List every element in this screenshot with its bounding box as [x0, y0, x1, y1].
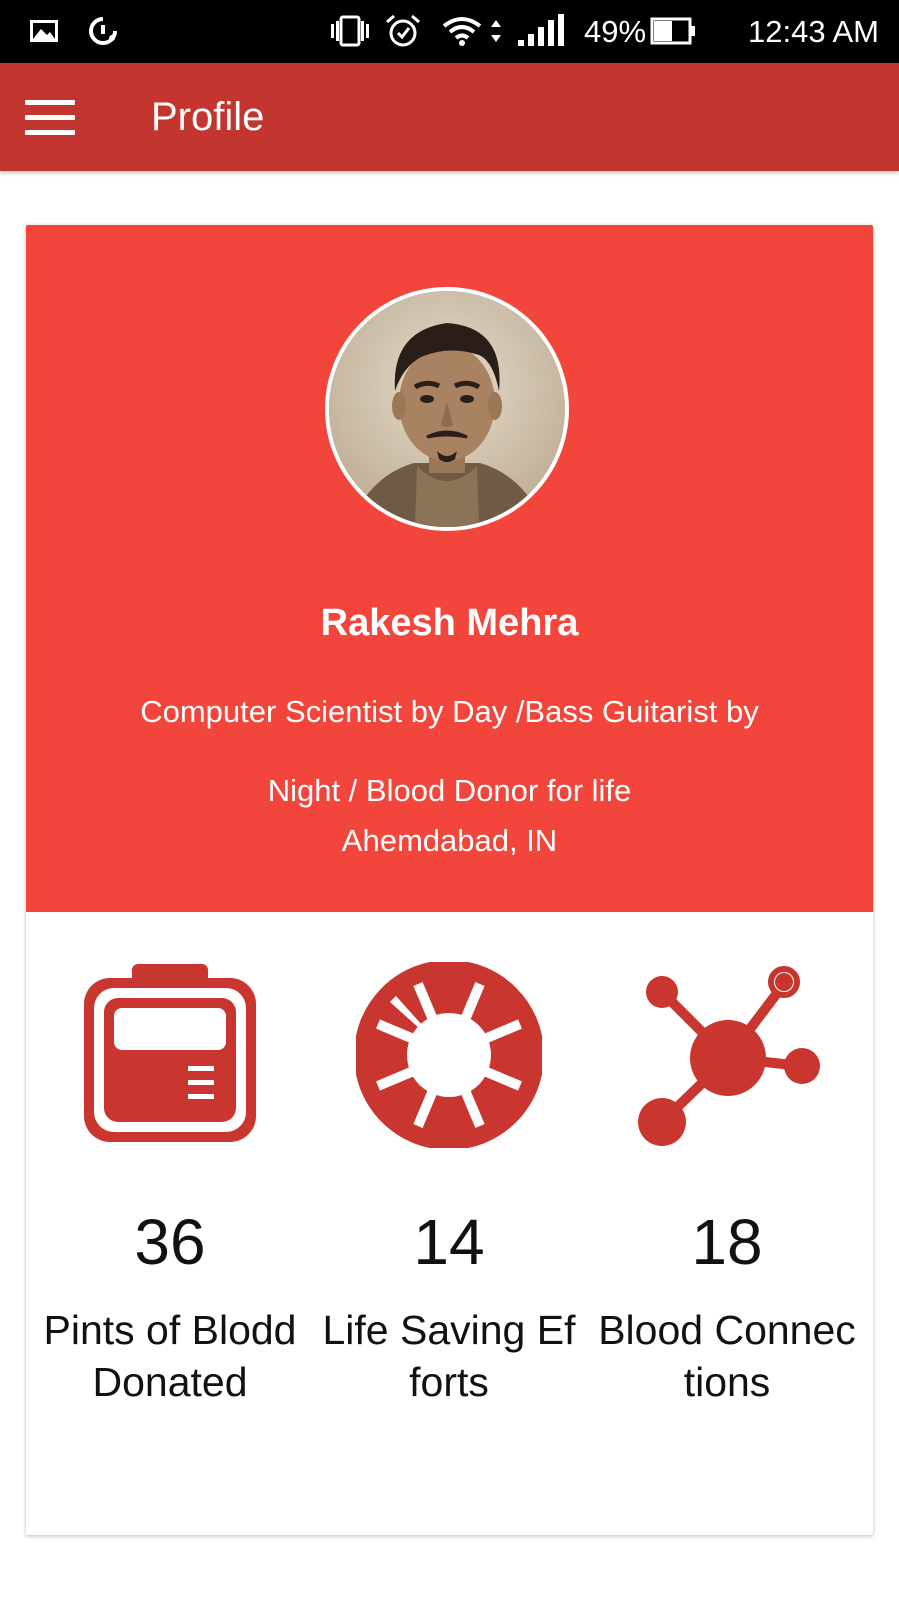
- network-connections-icon: [638, 966, 820, 1146]
- app-bar: Profile: [0, 63, 899, 171]
- data-saver-icon: [89, 17, 117, 45]
- battery-icon: [650, 17, 695, 45]
- status-bar: 49% 12:43 AM: [0, 0, 899, 63]
- profile-card: Rakesh Mehra Computer Scientist by Day /…: [26, 225, 873, 1535]
- page-title: Profile: [151, 95, 265, 139]
- stat-label: Life Saving Efforts: [322, 1307, 576, 1405]
- profile-name: Rakesh Mehra: [320, 602, 579, 644]
- profile-header: Rakesh Mehra Computer Scientist by Day /…: [26, 225, 873, 912]
- life-ring-icon: [356, 962, 542, 1148]
- stat-blood-connections[interactable]: 18 Blood Connections: [586, 912, 868, 1535]
- picture-icon: [30, 20, 58, 42]
- profile-bio: Computer Scientist by Day /Bass Guitaris…: [140, 694, 759, 808]
- stat-pints-donated[interactable]: 36 Pints of Blodd Donated: [29, 912, 311, 1535]
- signal-icon: [518, 14, 564, 46]
- profile-location: Ahemdabad, IN: [341, 823, 558, 858]
- wifi-icon: [442, 17, 482, 46]
- hamburger-menu-icon[interactable]: [16, 88, 80, 146]
- vibrate-icon: [331, 15, 369, 47]
- profile-screen: 49% 12:43 AM Profile Rakesh Mehra Comput…: [0, 0, 899, 1599]
- stat-life-saving-efforts[interactable]: 14 Life Saving Efforts: [308, 912, 590, 1535]
- stat-value: 36: [134, 1206, 206, 1278]
- stat-label: Pints of Blodd Donated: [43, 1307, 297, 1405]
- stat-label: Blood Connections: [598, 1307, 856, 1405]
- stat-value: 18: [691, 1206, 763, 1278]
- avatar[interactable]: [325, 287, 569, 531]
- data-arrows-icon: [491, 20, 501, 42]
- clock: 12:43 AM: [748, 14, 879, 49]
- alarm-icon: [386, 14, 420, 47]
- blood-bag-icon: [84, 964, 256, 1142]
- stat-value: 14: [413, 1206, 485, 1278]
- battery-percent: 49%: [584, 14, 647, 49]
